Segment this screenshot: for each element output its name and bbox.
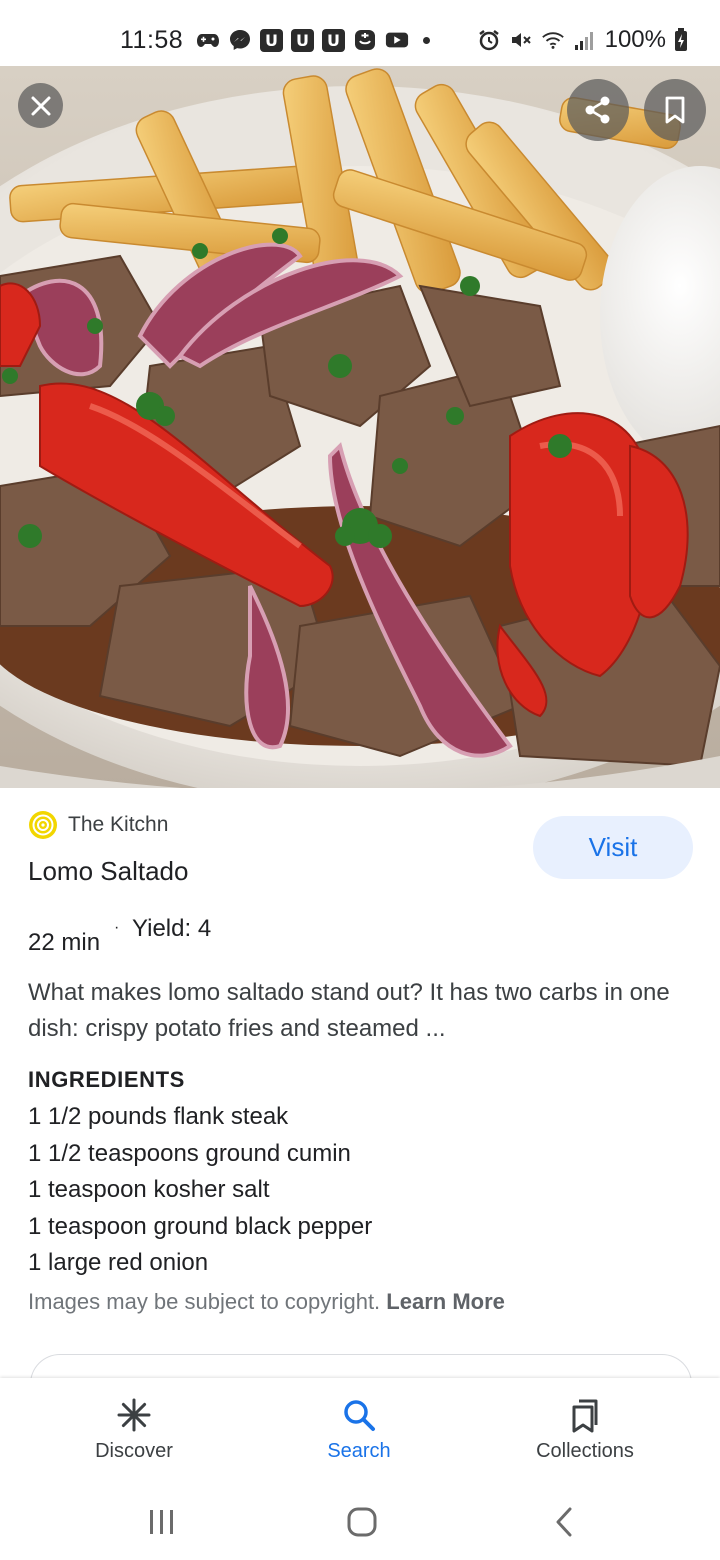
battery-charging-icon	[674, 28, 688, 52]
learn-more-link[interactable]: Learn More	[386, 1289, 505, 1314]
share-button[interactable]	[567, 79, 629, 141]
copyright-text: Images may be subject to copyright.	[28, 1289, 381, 1314]
save-button[interactable]	[644, 79, 706, 141]
u-app-icon: U	[322, 28, 345, 52]
nav-search-label: Search	[327, 1440, 391, 1462]
ingredient-item: 1 teaspoon kosher salt	[28, 1176, 270, 1203]
search-icon	[340, 1396, 378, 1434]
meta-separator: ·	[114, 919, 120, 936]
source-row[interactable]: The Kitchn	[28, 810, 168, 840]
status-time: 11:58	[120, 26, 184, 54]
close-button[interactable]	[18, 83, 63, 128]
recipe-title[interactable]: Lomo Saltado	[28, 856, 188, 887]
game-controller-icon	[196, 28, 220, 52]
system-status-icons: 100%	[477, 26, 688, 54]
notification-icons: U U U	[196, 28, 430, 52]
recipe-yield: Yield: 4	[132, 915, 212, 942]
nav-search[interactable]: Search	[259, 1378, 459, 1486]
source-name: The Kitchn	[68, 813, 169, 836]
nav-discover[interactable]: Discover	[34, 1378, 234, 1486]
asterisk-icon	[115, 1396, 153, 1434]
recents-icon	[150, 1510, 173, 1534]
ingredient-item: 1 1/2 pounds flank steak	[28, 1103, 289, 1130]
home-icon	[347, 1507, 377, 1537]
signal-icon	[573, 28, 597, 52]
visit-button[interactable]: Visit	[533, 816, 693, 879]
ingredients-list: 1 1/2 pounds flank steak 1 1/2 teaspoons…	[28, 1099, 372, 1282]
close-icon	[31, 96, 50, 115]
back-icon	[556, 1507, 572, 1537]
copyright-notice: Images may be subject to copyright. Lear…	[28, 1289, 505, 1315]
the-kitchn-logo-icon	[29, 811, 57, 839]
recipe-image[interactable]	[0, 66, 720, 788]
home-button[interactable]	[342, 1502, 382, 1542]
cook-time: 22 min	[28, 929, 101, 956]
status-bar: 11:58 U U U 100%	[0, 0, 720, 66]
lomo-saltado-photo	[0, 66, 720, 788]
battery-level: 100%	[604, 26, 666, 53]
ingredients-heading: INGREDIENTS	[28, 1067, 185, 1092]
share-icon	[585, 96, 610, 124]
nav-discover-label: Discover	[95, 1440, 173, 1462]
u-app-icon: U	[260, 28, 283, 52]
ingredient-item: 1 1/2 teaspoons ground cumin	[28, 1139, 351, 1167]
dot-icon	[423, 36, 430, 44]
ingredient-item: 1 teaspoon ground black pepper	[28, 1212, 373, 1240]
recents-button[interactable]	[142, 1502, 182, 1542]
nav-collections[interactable]: Collections	[485, 1378, 685, 1486]
alarm-icon	[477, 28, 501, 52]
recipe-description: What makes lomo saltado stand out? It ha…	[28, 979, 670, 1042]
youtube-icon	[385, 28, 409, 52]
mute-icon	[509, 28, 533, 52]
system-navigation-bar	[0, 1486, 720, 1560]
nav-collections-label: Collections	[536, 1440, 634, 1462]
messenger-icon	[228, 28, 252, 52]
u-app-icon: U	[291, 28, 314, 52]
wifi-icon	[541, 28, 565, 52]
back-button[interactable]	[544, 1502, 584, 1542]
collections-icon	[566, 1396, 604, 1434]
ingredient-item: 1 large red onion	[28, 1249, 209, 1276]
bookmark-icon	[665, 96, 685, 124]
app-icon	[353, 28, 377, 52]
bottom-navigation: Discover Search Collections	[0, 1378, 720, 1486]
